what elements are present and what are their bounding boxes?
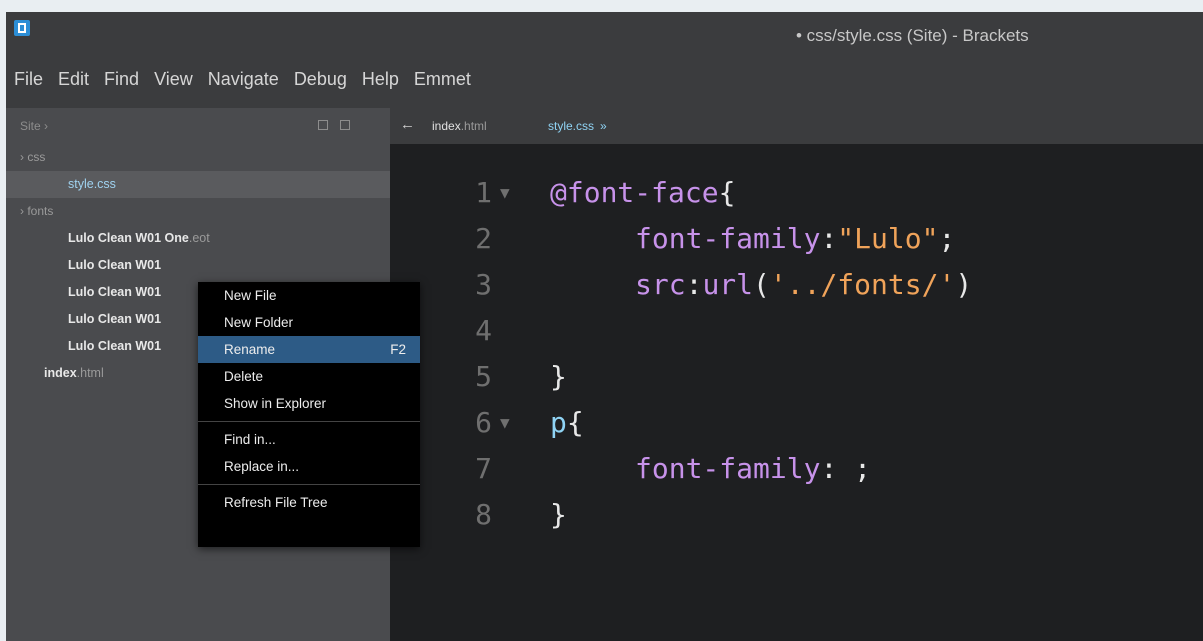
code-line[interactable]: 4	[390, 308, 1203, 354]
code-line[interactable]: 6 ▼ p{	[390, 400, 1203, 446]
tree-folder[interactable]: › fonts	[6, 198, 390, 225]
fold-marker-icon[interactable]: ▼	[500, 400, 510, 446]
context-item-show-in-explorer[interactable]: Show in Explorer	[198, 390, 420, 417]
title-bar: • css/style.css (Site) - Brackets	[6, 12, 1203, 52]
menu-separator	[198, 484, 420, 485]
menu-find[interactable]: Find	[104, 69, 139, 90]
tab-bar: ← index.html style.css»	[390, 108, 1203, 144]
collapse-icon[interactable]	[340, 120, 350, 130]
project-dropdown[interactable]: Site ›	[20, 119, 48, 133]
code-text: }	[550, 360, 567, 393]
menu-help[interactable]: Help	[362, 69, 399, 90]
brackets-window: • css/style.css (Site) - Brackets File Ed…	[6, 12, 1203, 641]
sidebar-header: Site ›	[6, 108, 390, 144]
code-area[interactable]: 1 ▼ @font-face{2 font-family:"Lulo"; 3 src:ur…	[390, 170, 1203, 538]
tree-file[interactable]: Lulo Clean W01	[6, 252, 390, 279]
menu-bar: File Edit Find View Navigate Debug Help Emmet	[6, 64, 1203, 94]
context-item-new-folder[interactable]: New Folder	[198, 309, 420, 336]
code-line[interactable]: 3 src:url('../fonts/')	[390, 262, 1203, 308]
context-menu: New File New Folder Rename F2 Delete Show in …	[198, 282, 420, 547]
fold-marker-icon[interactable]: ▼	[500, 170, 510, 216]
context-item-rename[interactable]: Rename F2	[198, 336, 420, 363]
tree-file-selected[interactable]: style.css	[6, 171, 390, 198]
unsaved-indicator: »	[600, 119, 607, 133]
tab-style-css[interactable]: style.css»	[548, 119, 607, 133]
tab-index-html[interactable]: index.html	[432, 119, 487, 133]
tree-folder[interactable]: › css	[6, 144, 390, 171]
menu-navigate[interactable]: Navigate	[208, 69, 279, 90]
menu-view[interactable]: View	[154, 69, 193, 90]
line-number: 2	[475, 222, 492, 255]
code-text: }	[550, 498, 567, 531]
shortcut-label: F2	[390, 342, 406, 357]
code-editor: ← index.html style.css» 1 ▼ @font-face{2 fo…	[390, 108, 1203, 641]
context-item-delete[interactable]: Delete	[198, 363, 420, 390]
tree-file[interactable]: Lulo Clean W01 One.eot	[6, 225, 390, 252]
back-arrow-icon[interactable]: ←	[400, 116, 415, 133]
brackets-logo-icon	[14, 20, 30, 36]
code-text: src:url('../fonts/')	[635, 268, 973, 301]
code-text: font-family:"Lulo";	[635, 222, 956, 255]
context-item-refresh-file-tree[interactable]: Refresh File Tree	[198, 489, 420, 516]
code-line[interactable]: 2 font-family:"Lulo";	[390, 216, 1203, 262]
menu-edit[interactable]: Edit	[58, 69, 89, 90]
window-title: • css/style.css (Site) - Brackets	[796, 26, 1029, 45]
code-line[interactable]: 5}	[390, 354, 1203, 400]
code-text: @font-face{	[550, 176, 736, 209]
line-number: 1	[475, 176, 492, 209]
code-line[interactable]: 7 font-family: ;	[390, 446, 1203, 492]
menu-emmet[interactable]: Emmet	[414, 69, 471, 90]
menu-file[interactable]: File	[14, 69, 43, 90]
menu-debug[interactable]: Debug	[294, 69, 347, 90]
split-view-icon[interactable]	[318, 120, 328, 130]
context-item-replace-in[interactable]: Replace in...	[198, 453, 420, 480]
context-item-new-file[interactable]: New File	[198, 282, 420, 309]
code-text: p{	[550, 406, 584, 439]
menu-separator	[198, 421, 420, 422]
code-text: font-family: ;	[635, 452, 872, 485]
context-item-find-in[interactable]: Find in...	[198, 426, 420, 453]
code-line[interactable]: 8}	[390, 492, 1203, 538]
code-line[interactable]: 1 ▼ @font-face{	[390, 170, 1203, 216]
